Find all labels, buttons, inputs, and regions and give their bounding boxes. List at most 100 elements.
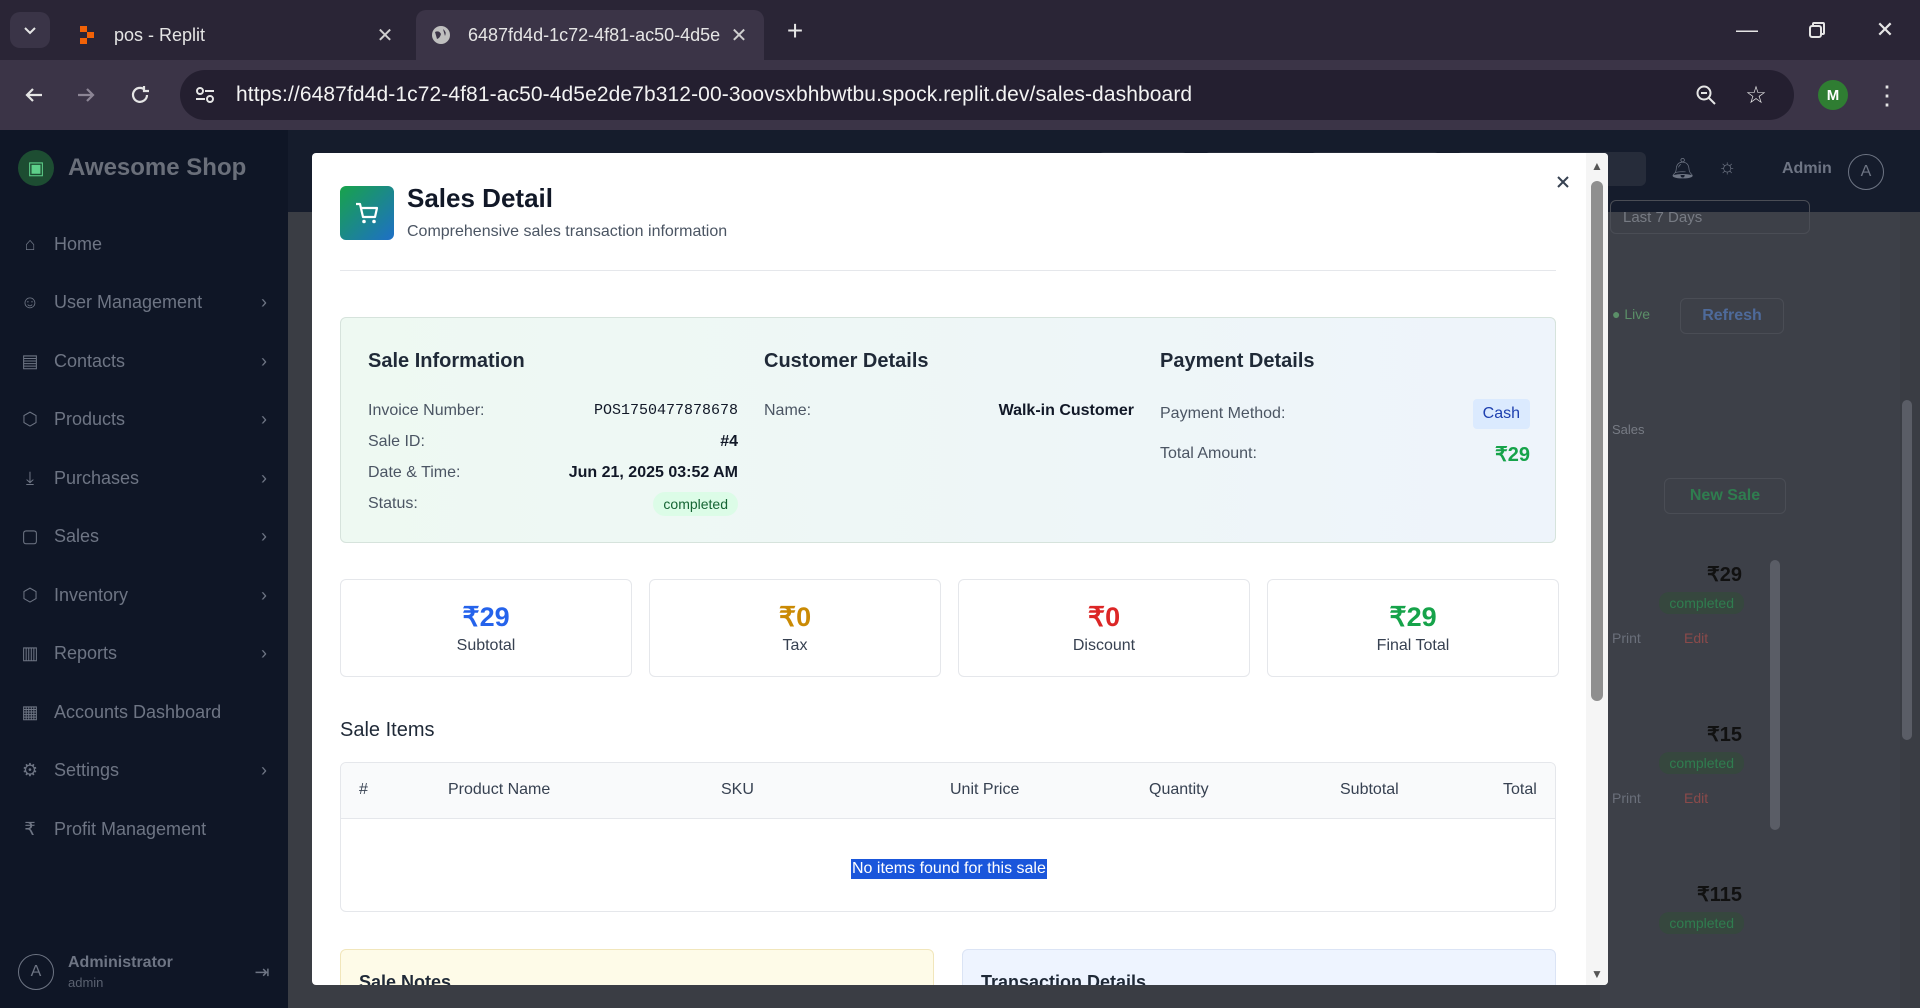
bell-icon[interactable]: 🔔︎: [1670, 156, 1695, 181]
edit-button[interactable]: Edit: [1684, 790, 1708, 806]
field-label: Date & Time:: [368, 463, 461, 481]
back-button[interactable]: [16, 77, 52, 113]
sidebar-item-label: Inventory: [54, 584, 129, 605]
print-button[interactable]: Print: [1612, 630, 1641, 646]
browser-toolbar: https://6487fd4d-1c72-4f81-ac50-4d5e2de7…: [0, 60, 1920, 130]
invoice-number: POS1750477878678: [593, 402, 738, 419]
transaction-details-section: Transaction Details: [962, 949, 1556, 985]
new-tab-button[interactable]: +: [778, 14, 812, 48]
browser-menu-icon[interactable]: ⋮: [1872, 77, 1902, 113]
chevron-right-icon: ›: [261, 467, 267, 488]
sidebar: ▣ Awesome Shop ⌂ Home ☺ User Management …: [0, 130, 288, 1008]
tab-title: pos - Replit: [114, 24, 206, 45]
page-scrollbar[interactable]: [1902, 400, 1912, 740]
zoom-icon[interactable]: [1686, 70, 1726, 120]
restore-button[interactable]: [1792, 12, 1842, 48]
browser-tab-app[interactable]: 6487fd4d-1c72-4f81-ac50-4d5e ✕: [416, 10, 764, 60]
column-header[interactable]: SKU: [721, 781, 754, 799]
customer-details-section: Customer Details Name: Walk-in Customer: [764, 350, 1134, 426]
edit-button[interactable]: Edit: [1684, 630, 1708, 646]
column-header[interactable]: #: [359, 781, 368, 799]
column-header[interactable]: Total: [1503, 781, 1537, 799]
sale-card[interactable]: ₹115 completed: [1612, 874, 1762, 1008]
close-tab-icon[interactable]: ✕: [374, 23, 396, 48]
close-tab-icon[interactable]: ✕: [728, 23, 750, 48]
arrow-left-icon: [25, 88, 42, 102]
bag-icon: ▢: [21, 525, 39, 546]
payment-method-badge: Cash: [1472, 399, 1530, 429]
minimize-button[interactable]: —: [1722, 12, 1772, 48]
gear-icon: ⚙: [21, 759, 39, 780]
sidebar-item-reports[interactable]: ▥ Reports ›: [18, 633, 274, 673]
refresh-button[interactable]: Refresh: [1680, 298, 1784, 334]
ledger-icon: ▦: [21, 701, 39, 722]
sale-information-section: Sale Information Invoice Number: POS1750…: [368, 350, 738, 519]
column-header[interactable]: Product Name: [448, 781, 550, 799]
tax-value: ₹0: [778, 602, 812, 632]
sale-card[interactable]: ₹29 completed Print Edit: [1612, 554, 1762, 692]
sidebar-item-settings[interactable]: ⚙ Settings ›: [18, 750, 274, 790]
chevron-right-icon: ›: [261, 350, 267, 371]
sale-id: #4: [720, 432, 738, 450]
reload-button[interactable]: [122, 77, 158, 113]
chevron-right-icon: ›: [261, 525, 267, 546]
profile-avatar[interactable]: M: [1818, 80, 1848, 110]
sidebar-item-home[interactable]: ⌂ Home: [18, 224, 274, 264]
sales-detail-modal: ▲ ▼ Sales Detail Comprehensive sales tra…: [312, 153, 1608, 985]
chevron-down-icon: [24, 27, 36, 35]
reload-icon: [131, 86, 149, 103]
sidebar-item-user-management[interactable]: ☺ User Management ›: [18, 282, 274, 322]
subtotal-label: Subtotal: [456, 637, 516, 654]
address-bar[interactable]: https://6487fd4d-1c72-4f81-ac50-4d5e2de7…: [180, 70, 1794, 120]
site-settings-icon[interactable]: [180, 70, 230, 120]
list-scrollbar[interactable]: [1770, 560, 1780, 830]
sidebar-item-sales[interactable]: ▢ Sales ›: [18, 516, 274, 556]
chevron-right-icon: ›: [261, 291, 267, 312]
sidebar-item-profit-management[interactable]: ₹ Profit Management: [18, 809, 274, 849]
logout-icon[interactable]: ⇥: [250, 962, 274, 983]
refresh-label: Refresh: [1702, 307, 1762, 324]
new-sale-button[interactable]: New Sale: [1664, 478, 1786, 514]
bookmark-star-icon[interactable]: ☆: [1736, 70, 1776, 120]
tab-search-button[interactable]: [10, 12, 50, 48]
sale-card[interactable]: ₹15 completed Print Edit: [1612, 714, 1762, 852]
user-profile[interactable]: A Administrator admin ⇥: [18, 950, 274, 994]
sale-amount: ₹15: [1707, 724, 1742, 746]
box-icon: ⬡: [22, 584, 38, 605]
avatar[interactable]: A: [1848, 154, 1884, 190]
sale-amount: ₹29: [1707, 564, 1742, 586]
discount-value: ₹0: [1087, 602, 1121, 632]
customer-name-row: Name: Walk-in Customer: [764, 395, 1134, 426]
scroll-down-icon[interactable]: ▼: [1591, 967, 1603, 981]
final-total-card: ₹29 Final Total: [1267, 579, 1559, 677]
modal-scrollbar-track[interactable]: ▲ ▼: [1586, 153, 1608, 985]
sidebar-item-products[interactable]: ⬡ Products ›: [18, 399, 274, 439]
column-header[interactable]: Unit Price: [950, 781, 1019, 799]
sidebar-item-purchases[interactable]: ⤓ Purchases ›: [18, 458, 274, 498]
close-window-button[interactable]: ✕: [1860, 12, 1910, 48]
print-button[interactable]: Print: [1612, 790, 1641, 806]
section-heading: Transaction Details: [981, 972, 1147, 985]
sidebar-item-inventory[interactable]: ⬡ Inventory ›: [18, 575, 274, 615]
browser-tab-replit[interactable]: pos - Replit ✕: [62, 10, 410, 60]
scroll-up-icon[interactable]: ▲: [1591, 159, 1603, 173]
contacts-icon: ▤: [21, 350, 39, 371]
total-amount: ₹29: [1495, 443, 1530, 466]
column-header[interactable]: Subtotal: [1340, 781, 1399, 799]
sun-icon[interactable]: ☼: [1718, 156, 1736, 179]
sale-notes-section: Sale Notes: [340, 949, 934, 985]
modal-scrollbar-thumb[interactable]: [1591, 181, 1603, 701]
sidebar-item-contacts[interactable]: ▤ Contacts ›: [18, 341, 274, 381]
close-modal-button[interactable]: [1548, 167, 1578, 197]
discount-card: ₹0 Discount: [958, 579, 1250, 677]
live-label: Live: [1624, 306, 1651, 322]
date-filter-select[interactable]: Last 7 Days: [1610, 200, 1810, 234]
brand[interactable]: ▣ Awesome Shop: [18, 150, 246, 186]
section-heading: Sale Notes: [359, 972, 452, 985]
arrow-right-icon: [78, 88, 95, 102]
forward-button[interactable]: [68, 77, 104, 113]
sidebar-item-accounts-dashboard[interactable]: ▦ Accounts Dashboard: [18, 692, 274, 732]
rupee-icon: ₹: [24, 818, 36, 839]
sidebar-item-label: Purchases: [54, 467, 140, 488]
column-header[interactable]: Quantity: [1149, 781, 1209, 799]
